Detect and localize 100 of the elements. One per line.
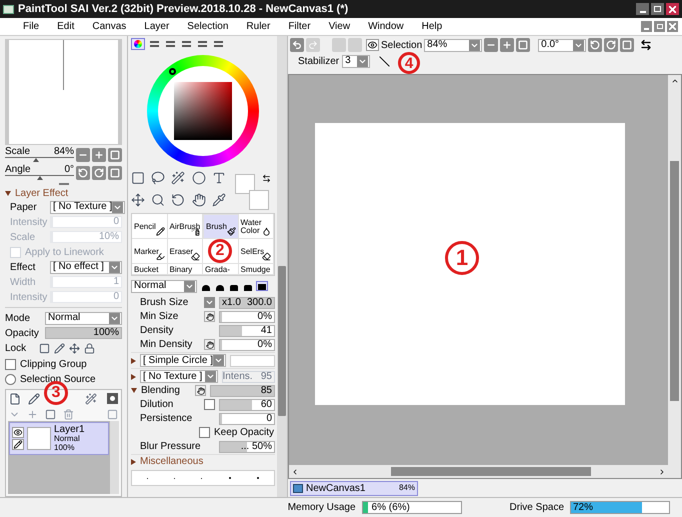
collapse-triangle-icon[interactable] — [5, 191, 11, 196]
dropdown[interactable]: 84% — [424, 38, 482, 52]
menu-item[interactable]: File — [14, 19, 48, 34]
menu-item[interactable]: Edit — [48, 19, 84, 34]
text-field[interactable] — [230, 354, 275, 366]
slider[interactable] — [5, 157, 74, 162]
new-layer-icon[interactable] — [9, 392, 21, 404]
brush-shape[interactable] — [256, 281, 268, 291]
dropdown[interactable]: Normal — [45, 312, 122, 324]
color-mode-tab[interactable] — [163, 38, 177, 50]
menu-item[interactable]: Canvas — [83, 19, 136, 34]
slider[interactable]: 0 — [219, 412, 275, 424]
reset-button[interactable] — [108, 148, 122, 162]
flip-icon[interactable] — [640, 39, 652, 51]
menu-item[interactable]: Window — [359, 19, 413, 34]
dropdown[interactable]: 3 — [342, 54, 370, 68]
brush-tool[interactable]: Bucket — [132, 264, 168, 275]
dropdown[interactable]: [ No Texture ] — [140, 370, 218, 383]
collapse-triangle-icon[interactable] — [131, 388, 137, 393]
brush-tool[interactable]: SelErs — [238, 239, 274, 264]
undo-button[interactable] — [290, 38, 304, 52]
menu-item[interactable]: Filter — [279, 19, 320, 34]
slider[interactable]: 100% — [45, 327, 122, 339]
eye-icon[interactable] — [12, 427, 24, 438]
brush-tool[interactable]: Pencil — [132, 214, 168, 239]
color-mode-tab[interactable] — [211, 38, 225, 50]
scroll-right-icon[interactable] — [658, 468, 666, 476]
menu-item[interactable]: View — [320, 19, 360, 34]
brush-tool[interactable]: Grada- — [203, 264, 238, 275]
line-icon[interactable] — [379, 56, 390, 66]
zoom-out-button[interactable] — [76, 148, 90, 162]
restore-button[interactable] — [654, 21, 665, 32]
slider[interactable]: ... 50% — [219, 440, 275, 452]
menu-item[interactable]: Ruler — [237, 19, 280, 34]
scrollbar-thumb[interactable] — [670, 161, 679, 401]
pressure-button[interactable] — [195, 385, 206, 396]
slider[interactable]: 60 — [219, 398, 275, 410]
pencil-icon[interactable] — [12, 439, 24, 450]
menu-item[interactable]: Help — [412, 19, 452, 34]
expand-triangle-icon[interactable] — [131, 458, 136, 464]
lasso-icon[interactable] — [151, 171, 166, 185]
slider[interactable]: 0% — [219, 338, 275, 350]
hand-icon[interactable] — [192, 192, 206, 206]
minimize-button[interactable] — [636, 3, 649, 15]
pipette-icon[interactable] — [212, 192, 226, 206]
reset-rotation-button[interactable] — [620, 38, 634, 52]
color-mode-tab[interactable] — [147, 38, 161, 50]
brush-tool[interactable]: Eraser — [168, 239, 203, 264]
clear-icon[interactable] — [45, 408, 56, 420]
zoom-out-button[interactable] — [484, 38, 498, 52]
pencil-icon[interactable] — [28, 392, 40, 404]
dropdown[interactable]: [ Simple Circle ] — [140, 354, 226, 367]
slider[interactable]: 85 — [210, 384, 275, 396]
rotate-left-button[interactable] — [76, 166, 90, 180]
move-icon[interactable] — [131, 192, 145, 206]
zoom-in-button[interactable] — [92, 148, 106, 162]
brush-tool[interactable]: Brush — [203, 214, 238, 239]
wand-icon[interactable] — [171, 171, 186, 185]
radio-button[interactable] — [5, 374, 16, 384]
color-mode-tab[interactable] — [195, 38, 209, 50]
eye-icon[interactable] — [366, 39, 379, 51]
slider[interactable]: 41 — [219, 324, 275, 336]
layer-item[interactable]: Layer1 Normal 100% — [9, 422, 109, 455]
reset-button[interactable] — [108, 166, 122, 180]
rotate-icon[interactable] — [171, 192, 186, 206]
checkbox[interactable] — [199, 427, 210, 438]
dropdown[interactable]: [ No effect ] — [50, 260, 122, 274]
maximize-button[interactable] — [651, 3, 664, 15]
minimize-button[interactable] — [641, 21, 652, 32]
canvas-tab[interactable]: NewCanvas1 84% — [290, 480, 418, 496]
dropdown[interactable]: [ No Texture ] — [50, 200, 126, 214]
scroll-up-icon[interactable] — [670, 77, 678, 85]
dropdown[interactable]: Normal — [131, 280, 197, 292]
scroll-left-icon[interactable] — [291, 468, 299, 476]
wand-icon[interactable] — [85, 392, 97, 404]
zoom-in-button[interactable] — [500, 38, 514, 52]
dropdown[interactable]: 0.0° — [538, 38, 586, 52]
brush-tool[interactable]: Marker — [132, 239, 168, 264]
rotate-left-button[interactable] — [588, 38, 602, 52]
slider[interactable]: x1.0 300.0 — [219, 296, 275, 308]
close-button[interactable] — [667, 21, 678, 32]
pressure-button[interactable] — [204, 311, 215, 322]
swap-colors-icon[interactable] — [262, 174, 271, 183]
brush-tool[interactable]: Water Color — [238, 214, 274, 239]
checkbox[interactable] — [204, 399, 215, 410]
secondary-color-swatch[interactable] — [249, 190, 269, 210]
shape-icon[interactable] — [192, 171, 206, 185]
search-icon[interactable] — [151, 192, 166, 206]
color-mode-tab[interactable] — [131, 38, 145, 50]
brush-tool[interactable]: Binary — [168, 264, 203, 275]
pressure-button[interactable] — [204, 339, 215, 350]
mask-icon[interactable] — [107, 393, 118, 404]
brush-tool[interactable] — [203, 239, 238, 264]
rotate-right-button[interactable] — [604, 38, 618, 52]
menu-item[interactable]: Selection — [178, 19, 238, 34]
selection-icon[interactable] — [131, 171, 145, 185]
scrollbar-thumb[interactable] — [391, 467, 591, 476]
checkbox[interactable] — [5, 358, 16, 370]
close-button[interactable] — [666, 3, 679, 15]
color-mode-tab[interactable] — [179, 38, 193, 50]
